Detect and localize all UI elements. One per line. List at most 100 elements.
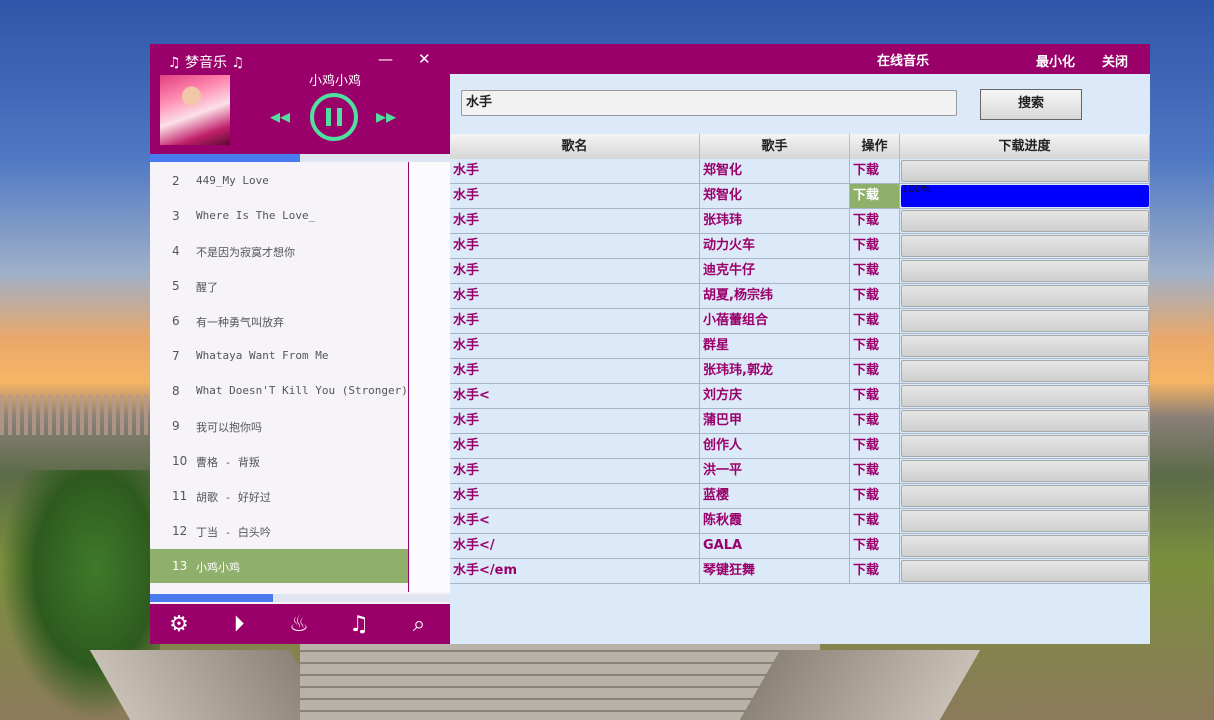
download-button[interactable]: 下载 [850,309,900,334]
song-name-cell: 水手 [450,459,700,484]
song-progress-bar[interactable] [150,154,450,162]
playlist-item-name: Whataya Want From Me [196,349,329,362]
volume-bar[interactable] [150,594,450,602]
playlist-item[interactable]: 7 Whataya Want From Me [150,339,408,373]
table-row: 水手 张玮玮 下载 [450,209,1150,234]
playlist-item[interactable]: 5 醒了 [150,269,408,303]
playlist-item[interactable]: 4 不是因为寂寞才想你 [150,234,408,268]
download-button[interactable]: 下载 [850,284,900,309]
download-button[interactable]: 下载 [850,459,900,484]
download-progress-bar [901,410,1149,432]
pause-button[interactable] [310,93,358,141]
download-button[interactable]: 下载 [850,184,900,209]
song-name-cell: 水手</em [450,559,700,584]
playlist-item[interactable]: 12 丁当 - 白头吟 [150,514,408,548]
download-progress-bar [901,385,1149,407]
song-name-cell: 水手 [450,209,700,234]
close-button[interactable]: 关闭 [1102,51,1128,70]
table-row: 水手 郑智化 下载 [450,159,1150,184]
song-name-cell: 水手 [450,284,700,309]
download-button[interactable]: 下载 [850,484,900,509]
song-name-cell: 水手 [450,484,700,509]
download-progress-bar [901,335,1149,357]
playlist-item-name: Where Is The Love_ [196,209,316,222]
player-window: ♫ 梦音乐 ♫ — ✕ 小鸡小鸡 ◂◂ ▸▸ 2 449_My Love 3 Wher… [150,44,450,644]
song-name-cell: 水手</ [450,534,700,559]
header-progress[interactable]: 下载进度 [900,134,1150,159]
download-button[interactable]: 下载 [850,384,900,409]
download-button[interactable]: 下载 [850,409,900,434]
playlist-item[interactable]: 11 胡歌 - 好好过 [150,479,408,513]
background-boardwalk [300,640,820,720]
header-artist[interactable]: 歌手 [700,134,850,159]
artist-cell: 小蓓蕾组合 [700,309,850,334]
download-progress-bar [901,535,1149,557]
download-button[interactable]: 下载 [850,334,900,359]
playlist-item-name: 醒了 [196,281,218,294]
table-row: 水手< 刘方庆 下载 [450,384,1150,409]
song-name-cell: 水手 [450,409,700,434]
player-footer: ⚙ ⏵ ♨ ♫ ⌕ [150,604,450,644]
playlist-item[interactable]: 3 Where Is The Love_ [150,199,408,233]
download-progress-text: 100% [902,184,931,195]
playlist-item[interactable]: 10 曹格 - 背叛 [150,444,408,478]
download-button[interactable]: 下载 [850,259,900,284]
artist-cell: 蓝樱 [700,484,850,509]
song-progress-fill [150,154,300,162]
playlist-item-number: 12 [172,524,188,538]
artist-cell: 陈秋霞 [700,509,850,534]
play-circle-icon[interactable]: ⏵ [226,612,252,638]
player-close-button[interactable]: ✕ [418,50,431,68]
artist-cell: 动力火车 [700,234,850,259]
download-progress-bar [901,485,1149,507]
download-button[interactable]: 下载 [850,359,900,384]
player-minimize-button[interactable]: — [378,50,393,68]
artist-cell: 张玮玮,郭龙 [700,359,850,384]
artist-cell: 郑智化 [700,184,850,209]
playlist-item-number: 6 [172,314,180,328]
playlist-scrollbar[interactable] [409,162,450,592]
previous-track-icon[interactable]: ◂◂ [270,104,290,128]
download-button[interactable]: 下载 [850,534,900,559]
download-progress-bar [901,285,1149,307]
table-row: 水手 创作人 下载 [450,434,1150,459]
artist-cell: 迪克牛仔 [700,259,850,284]
minimize-button[interactable]: 最小化 [1036,51,1075,70]
playlist-item[interactable]: 2 449_My Love [150,164,408,198]
playlist-item-name: 有一种勇气叫放弃 [196,316,284,329]
playlist-item[interactable]: 9 我可以抱你吗 [150,409,408,443]
table-row: 水手 小蓓蕾组合 下载 [450,309,1150,334]
table-row: 水手</em 琴键狂舞 下载 [450,559,1150,584]
playlist-item-name: 小鸡小鸡 [196,561,240,574]
download-button[interactable]: 下载 [850,509,900,534]
artist-cell: 胡夏,杨宗纬 [700,284,850,309]
download-progress-bar [901,260,1149,282]
playlist-item-number: 10 [172,454,188,468]
flame-icon[interactable]: ♨ [286,612,312,638]
table-row: 水手< 陈秋霞 下载 [450,509,1150,534]
app-title: ♫ 梦音乐 ♫ [168,55,245,71]
playlist-item[interactable]: 6 有一种勇气叫放弃 [150,304,408,338]
download-button[interactable]: 下载 [850,559,900,584]
playlist-item-name: 不是因为寂寞才想你 [196,246,295,259]
add-music-icon[interactable]: ♫ [346,612,372,638]
song-name-cell: 水手< [450,384,700,409]
download-button[interactable]: 下载 [850,159,900,184]
header-song[interactable]: 歌名 [450,134,700,159]
header-action[interactable]: 操作 [850,134,900,159]
song-name-cell: 水手 [450,359,700,384]
download-button[interactable]: 下载 [850,234,900,259]
gear-icon[interactable]: ⚙ [166,612,192,638]
artist-cell: GALA [700,534,850,559]
next-track-icon[interactable]: ▸▸ [376,104,396,128]
download-button[interactable]: 下载 [850,434,900,459]
search-button[interactable]: 搜索 [980,89,1082,120]
download-button[interactable]: 下载 [850,209,900,234]
artist-cell: 郑智化 [700,159,850,184]
playlist-item[interactable]: 8 What Doesn'T Kill You (Stronger) [150,374,408,408]
search-input[interactable]: 水手 [461,90,957,116]
search-icon[interactable]: ⌕ [406,612,432,638]
song-name-cell: 水手 [450,434,700,459]
playlist-item[interactable]: 13 小鸡小鸡 [150,549,408,583]
song-name-cell: 水手 [450,159,700,184]
